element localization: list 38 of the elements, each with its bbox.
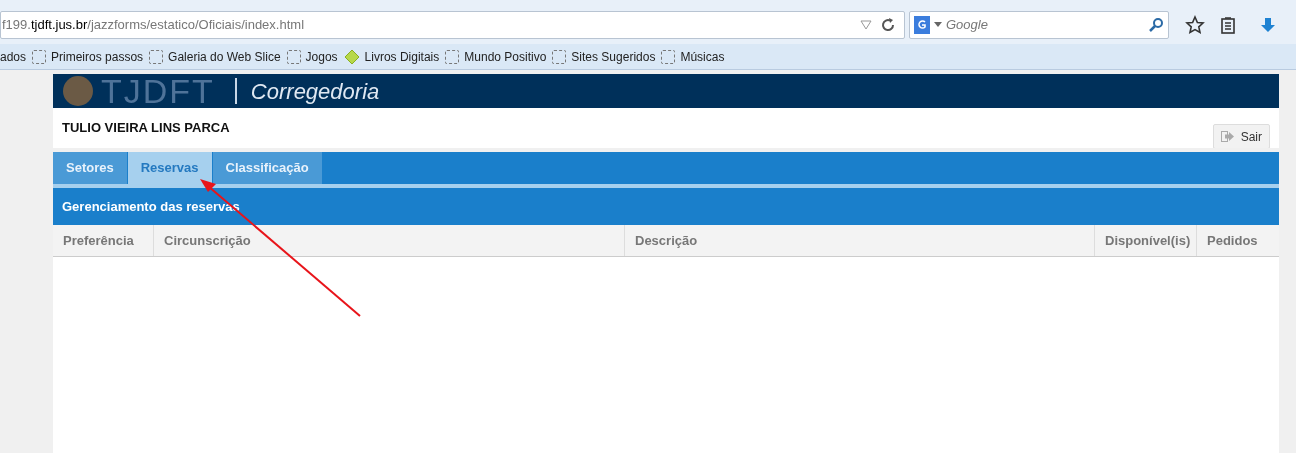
search-input[interactable]: Google [946, 15, 1144, 35]
page-icon [149, 49, 164, 64]
page-icon [445, 49, 460, 64]
url-field[interactable]: f199.tjdft.jus.br/jazzforms/estatico/Oficiais/index.html [0, 11, 905, 39]
column-header: Disponível(is) [1095, 225, 1197, 256]
reload-icon[interactable] [880, 17, 896, 33]
bookmark-link[interactable]: Mundo Positivo [464, 47, 547, 66]
logout-button[interactable]: Sair [1212, 124, 1270, 149]
column-header: Pedidos [1206, 231, 1259, 250]
bookmark-link[interactable]: ados [0, 47, 27, 66]
bookmark-link[interactable]: Livros Digitais [364, 47, 440, 66]
page-icon [661, 49, 676, 64]
search-icon[interactable] [1148, 17, 1164, 33]
column-header: Preferência [53, 225, 154, 256]
column-header: Descrição [625, 225, 1095, 256]
search-field[interactable]: Google [909, 11, 1169, 39]
caret-icon[interactable] [934, 22, 942, 28]
bookmark-link[interactable]: Primeiros passos [51, 47, 144, 66]
user-name: TULIO VIEIRA LINS PARCA [62, 119, 230, 137]
search-engine-icon[interactable] [914, 16, 930, 34]
app-icon [343, 48, 360, 65]
exit-icon [1220, 131, 1235, 142]
dropdown-icon[interactable] [860, 20, 872, 30]
star-icon[interactable] [1185, 15, 1205, 35]
banner-title: Corregedoria [250, 77, 380, 106]
page-icon [286, 49, 301, 64]
bookmark-link[interactable]: Músicas [680, 47, 725, 66]
page-icon [32, 49, 47, 64]
page-icon [552, 49, 567, 64]
url-text: f199.tjdft.jus.br/jazzforms/estatico/Oficiais/index.html [1, 16, 304, 35]
download-icon[interactable] [1259, 16, 1277, 34]
bookmark-link[interactable]: Sites Sugeridos [571, 47, 656, 66]
bookmark-link[interactable]: Jogos [305, 47, 338, 66]
column-header: Circunscrição [154, 225, 625, 256]
crest-icon [63, 76, 93, 106]
bookmark-link[interactable]: Galeria do Web Slice [168, 47, 281, 66]
clipboard-icon[interactable] [1219, 16, 1237, 34]
logo-text: TJDFT [101, 74, 215, 108]
